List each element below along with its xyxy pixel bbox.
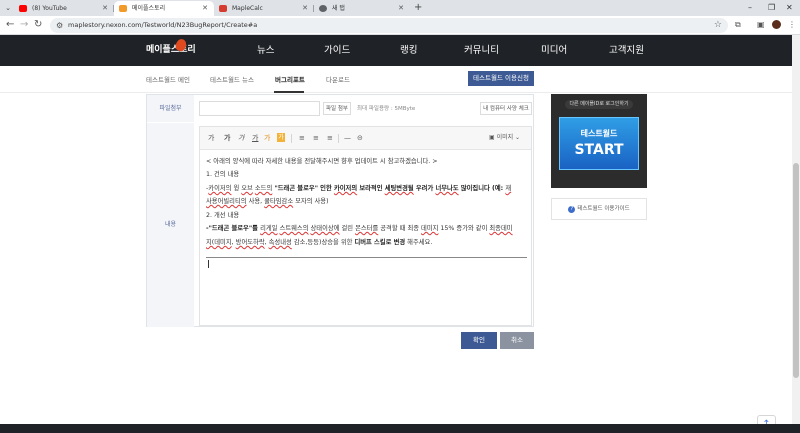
back-icon[interactable]: ←: [6, 19, 14, 31]
bookmark-star-icon[interactable]: ☆: [714, 19, 722, 32]
body-line: 지(데미지, 방어도하락, 속성내성 감소,등등)상승을 위한 디버프 스킬로 …: [206, 239, 433, 246]
body-line: 1. 건의 내용: [206, 171, 240, 178]
cancel-button[interactable]: 취소: [500, 332, 534, 349]
link-icon[interactable]: ⊝: [357, 133, 363, 144]
subnav-testworld-news[interactable]: 테스트월드 뉴스: [210, 75, 254, 85]
menu-guide[interactable]: 가이드: [324, 44, 350, 58]
other-id-login-button[interactable]: 다른 메이플ID로 로그인하기: [565, 100, 633, 109]
editor-toolbar: 가 가 가 가 가 가 ≡ ≡ ≡ — ⊝ ▣ 이미지 ⌄: [200, 127, 531, 150]
maximize-button[interactable]: ❐: [768, 2, 775, 14]
active-tab-indicator: [274, 91, 304, 93]
align-right-button[interactable]: ≡: [327, 133, 333, 144]
youtube-icon: [19, 5, 27, 12]
page-scrollbar[interactable]: [792, 35, 800, 424]
file-size-info: 최대 파일용량 : 5MByte: [357, 106, 416, 112]
site-info-icon[interactable]: ⚙: [56, 20, 63, 31]
menu-support[interactable]: 고객지원: [609, 44, 644, 58]
site-header: 메이플스토리 뉴스 가이드 랭킹 커뮤니티 미디어 고객지원: [0, 35, 800, 66]
content-label: 내용: [147, 123, 194, 327]
file-path-field[interactable]: [199, 101, 320, 116]
main-content: 파일첨부 파일 첨부 최대 파일용량 : 5MByte 내 컴퓨터 사양 체크 …: [0, 94, 792, 433]
close-icon[interactable]: ✕: [302, 1, 308, 16]
tab-youtube[interactable]: (8) YouTube ✕: [14, 1, 114, 16]
maplestory-icon: [119, 5, 127, 12]
testworld-start-banner: 다른 메이플ID로 로그인하기 테스트월드 START: [551, 94, 647, 188]
browser-tab-strip: ⌄ (8) YouTube ✕ 메이플스토리 ✕ MapleCalc ✕ 새 탭…: [0, 0, 800, 16]
text-color-button[interactable]: 가: [264, 133, 270, 144]
text-caret: [208, 260, 209, 268]
align-left-button[interactable]: ≡: [299, 133, 305, 144]
file-attach-label: 파일첨부: [147, 95, 194, 122]
italic-button[interactable]: 가: [238, 133, 244, 144]
bold-button[interactable]: 가: [224, 133, 230, 144]
menu-news[interactable]: 뉴스: [257, 44, 274, 58]
menu-community[interactable]: 커뮤니티: [464, 44, 499, 58]
font-size-button[interactable]: 가: [208, 133, 214, 144]
body-line: -"드래곤 블로우"를 리게일 스트웨스의 상태이상에 걸린 몬스터를 공격할 …: [206, 225, 513, 232]
testworld-start-button[interactable]: 테스트월드 START: [559, 117, 639, 170]
body-line: 2. 개선 내용: [206, 212, 240, 219]
subnav-download[interactable]: 다운로드: [326, 75, 350, 85]
horizontal-rule-button[interactable]: —: [344, 133, 351, 144]
menu-ranking[interactable]: 랭킹: [400, 44, 417, 58]
subnav-testworld-main[interactable]: 테스트월드 메인: [146, 75, 190, 85]
body-line: < 아래의 양식에 따라 자세한 내용을 전달해주시면 향후 업데이트 시 참고…: [206, 158, 438, 165]
more-menu-icon[interactable]: ⋮: [788, 19, 796, 31]
testworld-subnav: 테스트월드 메인 테스트월드 뉴스 버그리포트 다운로드 테스트월드 이용신청: [0, 66, 800, 93]
reload-icon[interactable]: ↻: [34, 19, 42, 31]
close-icon[interactable]: ✕: [398, 1, 404, 16]
rich-text-editor[interactable]: 가 가 가 가 가 가 ≡ ≡ ≡ — ⊝ ▣ 이미지 ⌄ < 아래의 양식에 …: [199, 126, 532, 326]
new-tab-button[interactable]: +: [414, 2, 422, 14]
browser-toolbar: ← → ↻ ⚙ maplestory.nexon.com/Testworld/N…: [0, 16, 800, 35]
body-line: -카이저의 윙 오브 소드의 "드래곤 블로우" 인한 카이저의 보라적인 세팅…: [206, 185, 512, 192]
window-close-button[interactable]: ✕: [786, 2, 793, 14]
globe-icon: [319, 5, 327, 12]
testworld-apply-button[interactable]: 테스트월드 이용신청: [468, 71, 534, 86]
align-center-button[interactable]: ≡: [313, 133, 319, 144]
profile-avatar[interactable]: [772, 20, 781, 29]
image-insert-button[interactable]: ▣ 이미지 ⌄: [489, 133, 520, 143]
confirm-button[interactable]: 확인: [461, 332, 497, 349]
extensions-icon[interactable]: ⧉: [735, 19, 741, 31]
bug-report-form: 파일첨부 파일 첨부 최대 파일용량 : 5MByte 내 컴퓨터 사양 체크 …: [146, 94, 534, 327]
tab-search-icon[interactable]: ⌄: [3, 2, 13, 14]
pc-spec-check-button[interactable]: 내 컴퓨터 사양 체크: [480, 102, 532, 115]
site-logo[interactable]: 메이플스토리: [146, 42, 196, 58]
testworld-guide-link[interactable]: ? 테스트월드 이용가이드: [551, 198, 647, 220]
maplecalc-icon: [219, 5, 227, 12]
sidebar-icon[interactable]: ▣: [757, 19, 765, 31]
scrollbar-thumb[interactable]: [793, 163, 799, 378]
file-attach-button[interactable]: 파일 첨부: [323, 102, 351, 115]
subnav-bug-report[interactable]: 버그리포트: [275, 75, 305, 85]
menu-media[interactable]: 미디어: [541, 44, 567, 58]
close-icon[interactable]: ✕: [202, 1, 208, 16]
address-bar[interactable]: ⚙ maplestory.nexon.com/Testworld/N23BugR…: [50, 18, 728, 33]
body-line: 사용어빌리티의 사용, 쿨타임감소 모자의 사용): [206, 198, 329, 205]
minimize-button[interactable]: –: [748, 2, 752, 14]
site-footer: [0, 424, 800, 433]
tab-maplestory[interactable]: 메이플스토리 ✕: [114, 1, 214, 16]
editor-divider: [206, 257, 527, 258]
forward-icon[interactable]: →: [20, 19, 28, 31]
url-text[interactable]: maplestory.nexon.com/Testworld/N23BugRep…: [68, 18, 257, 33]
highlight-button[interactable]: 가: [277, 133, 285, 142]
underline-button[interactable]: 가: [252, 133, 258, 144]
tab-new[interactable]: 새 탭 ✕: [314, 1, 410, 16]
close-icon[interactable]: ✕: [102, 1, 108, 16]
question-icon: ?: [568, 206, 576, 213]
tab-maplecalc[interactable]: MapleCalc ✕: [214, 1, 314, 16]
